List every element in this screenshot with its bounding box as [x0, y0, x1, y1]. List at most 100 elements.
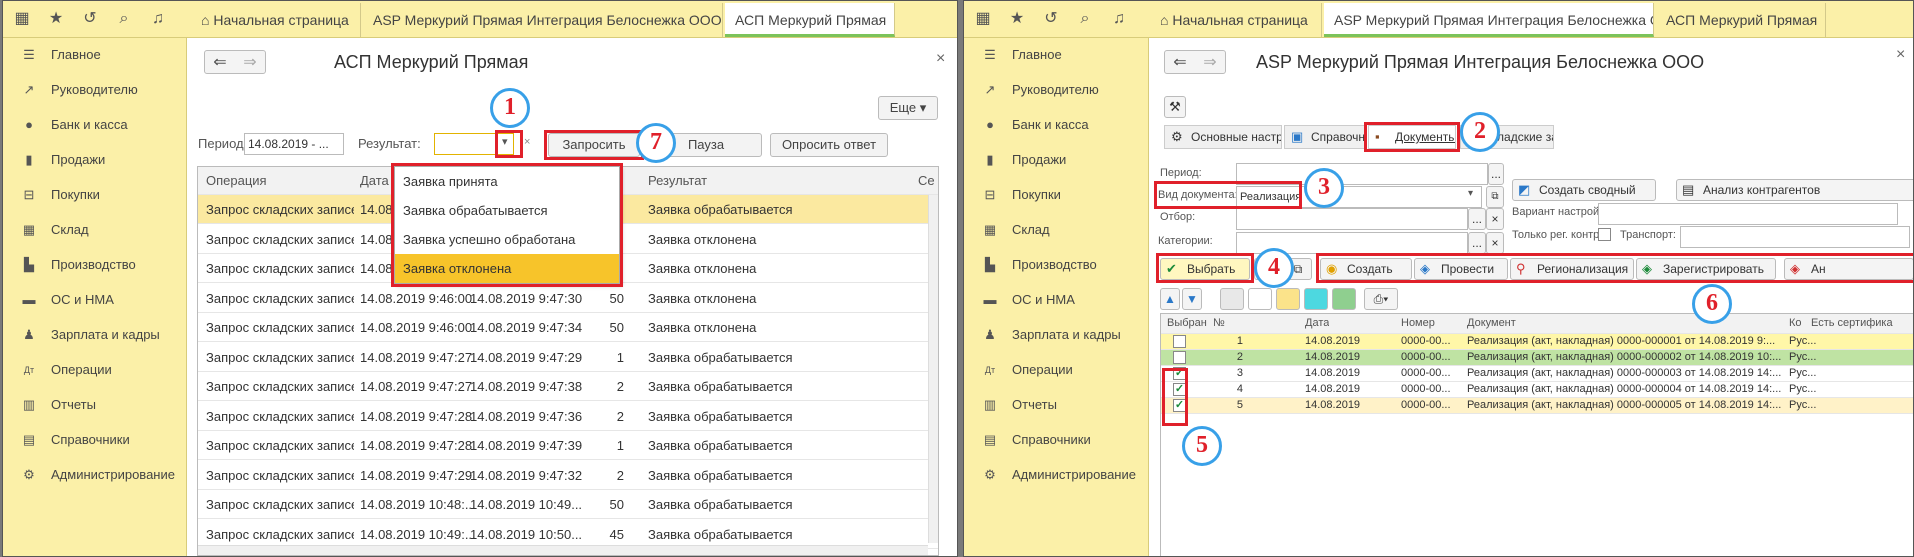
vertical-scrollbar[interactable] [928, 195, 938, 543]
back-arrow-icon[interactable]: ⇐ [1165, 52, 1195, 72]
search-icon[interactable]: ⌕ [1074, 8, 1096, 30]
tab-asp-direct[interactable]: АСП Меркурий Прямая× [725, 3, 895, 37]
sidebar-item-purchases[interactable]: ⊟ Покупки [964, 183, 1148, 207]
tab-integration[interactable]: ASP Меркурий Прямая Интеграция Белоснежк… [1324, 3, 1654, 37]
regionalize-button[interactable]: ⚲ Регионализация [1510, 258, 1634, 280]
sidebar-item-assets[interactable]: ▬ ОС и НМА [964, 288, 1148, 312]
table-row[interactable]: Запрос складских записей... 14.08.2019 9:… [198, 461, 938, 490]
period-input[interactable]: 14.08.2019 - ... [244, 133, 344, 155]
select-button[interactable]: ✔ Выбрать [1160, 258, 1250, 280]
row-select-checkbox[interactable]: ✓ [1173, 383, 1186, 396]
color-yellow-button[interactable] [1276, 288, 1300, 310]
history-icon[interactable]: ↺ [79, 8, 101, 30]
only-reg-checkbox[interactable] [1598, 228, 1611, 241]
tools-icon[interactable]: ⚒ [1164, 96, 1186, 118]
apps-grid-icon[interactable]: ▦ [11, 8, 33, 30]
sidebar-item-sales[interactable]: ▮ Продажи [3, 148, 187, 172]
tab-asp-direct[interactable]: АСП Меркурий Прямая× [1656, 3, 1826, 37]
color-green-button[interactable] [1332, 288, 1356, 310]
chevron-down-icon[interactable]: ▾ [502, 135, 508, 148]
search-icon[interactable]: ⌕ [113, 8, 135, 30]
period-input[interactable] [1236, 163, 1488, 185]
print-icon[interactable]: ⎙▾ [1364, 288, 1398, 310]
horizontal-scrollbar[interactable] [198, 545, 928, 555]
table-row[interactable]: Запрос складских записей... 14.08.2019 9:… [198, 343, 938, 372]
open-icon[interactable]: ⧉ [1486, 186, 1504, 208]
bell-icon[interactable]: ♫ [147, 8, 169, 30]
filter-input[interactable] [1236, 208, 1468, 230]
ellipsis-button[interactable]: ... [1488, 163, 1504, 185]
clear-icon[interactable]: × [1486, 232, 1504, 254]
bell-icon[interactable]: ♫ [1108, 8, 1130, 30]
star-icon[interactable]: ★ [45, 8, 67, 30]
table-row[interactable]: Запрос складских записей... 14.08.2019 9:… [198, 284, 938, 313]
table-row[interactable]: Запрос складских записей... 14.08.2019 9:… [198, 313, 938, 342]
sidebar-item-salary[interactable]: ♟ Зарплата и кадры [3, 323, 187, 347]
sidebar-item-reports[interactable]: ▥ Отчеты [964, 393, 1148, 417]
cancel-button[interactable]: ◈ Ан [1784, 258, 1913, 280]
register-button[interactable]: ◈ Зарегистрировать [1636, 258, 1776, 280]
dropdown-option[interactable]: Заявка успешно обработана [395, 225, 619, 254]
table-row[interactable]: Запрос складских записей... 14.08.2019 10… [198, 490, 938, 519]
close-icon[interactable]: × [936, 50, 945, 68]
row-select-checkbox[interactable] [1173, 351, 1186, 364]
sidebar-item-production[interactable]: ▙ Производство [964, 253, 1148, 277]
sidebar-item-manager[interactable]: ↗ Руководителю [964, 78, 1148, 102]
sidebar-item-directories[interactable]: ▤ Справочники [3, 428, 187, 452]
star-icon[interactable]: ★ [1006, 8, 1028, 30]
close-icon[interactable]: × [1896, 46, 1905, 64]
sidebar-item-warehouse[interactable]: ▦ Склад [3, 218, 187, 242]
sidebar-item-main[interactable]: ☰ Главное [3, 43, 187, 67]
more-button[interactable]: Еще ▾ [878, 96, 938, 120]
sidebar-item-bank[interactable]: ● Банк и касса [3, 113, 187, 137]
sidebar-item-reports[interactable]: ▥ Отчеты [3, 393, 187, 417]
table-row[interactable]: Запрос складских записей... 14.08.2019 9:… [198, 372, 938, 401]
post-button[interactable]: ◈ Провести [1414, 258, 1508, 280]
chevron-down-icon[interactable]: ▾ [1468, 188, 1473, 199]
sidebar-item-manager[interactable]: ↗ Руководителю [3, 78, 187, 102]
sidebar-item-sales[interactable]: ▮ Продажи [964, 148, 1148, 172]
create-button[interactable]: ◉ Создать [1320, 258, 1412, 280]
dropdown-option[interactable]: Заявка принята [395, 167, 619, 196]
history-icon[interactable]: ↺ [1040, 8, 1062, 30]
tab-main-settings[interactable]: ⚙ Основные настройки [1164, 125, 1282, 149]
tab-directories[interactable]: ▣ Справочники [1284, 125, 1366, 149]
table-row[interactable]: Запрос складских записей... 14.08.2019 9:… [198, 431, 938, 460]
variant-input[interactable] [1598, 203, 1898, 225]
table-row[interactable]: 2 14.08.2019 0000-00... Реализация (акт, на… [1161, 350, 1913, 366]
color-white-button[interactable] [1248, 288, 1272, 310]
sidebar-item-bank[interactable]: ● Банк и касса [964, 113, 1148, 137]
table-row[interactable]: 1 14.08.2019 0000-00... Реализация (акт, на… [1161, 334, 1913, 350]
row-select-checkbox[interactable]: ✓ [1173, 399, 1186, 412]
move-up-icon[interactable]: ▲ [1160, 288, 1180, 310]
back-arrow-icon[interactable]: ⇐ [205, 52, 235, 72]
sidebar-item-assets[interactable]: ▬ ОС и НМА [3, 288, 187, 312]
clear-icon[interactable]: × [1486, 208, 1504, 230]
ellipsis-button[interactable]: ... [1468, 208, 1486, 230]
sidebar-item-main[interactable]: ☰ Главное [964, 43, 1148, 67]
analysis-button[interactable]: ▤ Анализ контрагентов [1676, 179, 1913, 201]
sidebar-item-directories[interactable]: ▤ Справочники [964, 428, 1148, 452]
color-cyan-button[interactable] [1304, 288, 1328, 310]
sidebar-item-salary[interactable]: ♟ Зарплата и кадры [964, 323, 1148, 347]
forward-arrow-icon[interactable]: ⇒ [1195, 52, 1225, 72]
table-row[interactable]: Запрос складских записей... 14.08.2019 9:… [198, 402, 938, 431]
sidebar-item-operations[interactable]: Дт Операции [3, 358, 187, 382]
create-summary-button[interactable]: ◩ Создать сводный [1512, 179, 1656, 201]
dropdown-option[interactable]: Заявка обрабатывается [395, 196, 619, 225]
move-down-icon[interactable]: ▼ [1182, 288, 1202, 310]
transport-input[interactable] [1680, 226, 1910, 248]
tab-documents[interactable]: ▪ Документы [1368, 125, 1456, 149]
forward-arrow-icon[interactable]: ⇒ [235, 52, 265, 72]
color-gray-button[interactable] [1220, 288, 1244, 310]
row-select-checkbox[interactable]: ✓ [1173, 367, 1186, 380]
sidebar-item-warehouse[interactable]: ▦ Склад [964, 218, 1148, 242]
sidebar-item-operations[interactable]: Дт Операции [964, 358, 1148, 382]
sidebar-item-admin[interactable]: ⚙ Администрирование [3, 463, 187, 487]
apps-grid-icon[interactable]: ▦ [972, 8, 994, 30]
tab-integration[interactable]: ASP Меркурий Прямая Интеграция Белоснежк… [363, 3, 723, 37]
table-row[interactable]: ✓ 5 14.08.2019 0000-00... Реализация (акт, н… [1161, 398, 1913, 414]
sidebar-item-production[interactable]: ▙ Производство [3, 253, 187, 277]
ellipsis-button[interactable]: ... [1468, 232, 1486, 254]
sidebar-item-admin[interactable]: ⚙ Администрирование [964, 463, 1148, 487]
